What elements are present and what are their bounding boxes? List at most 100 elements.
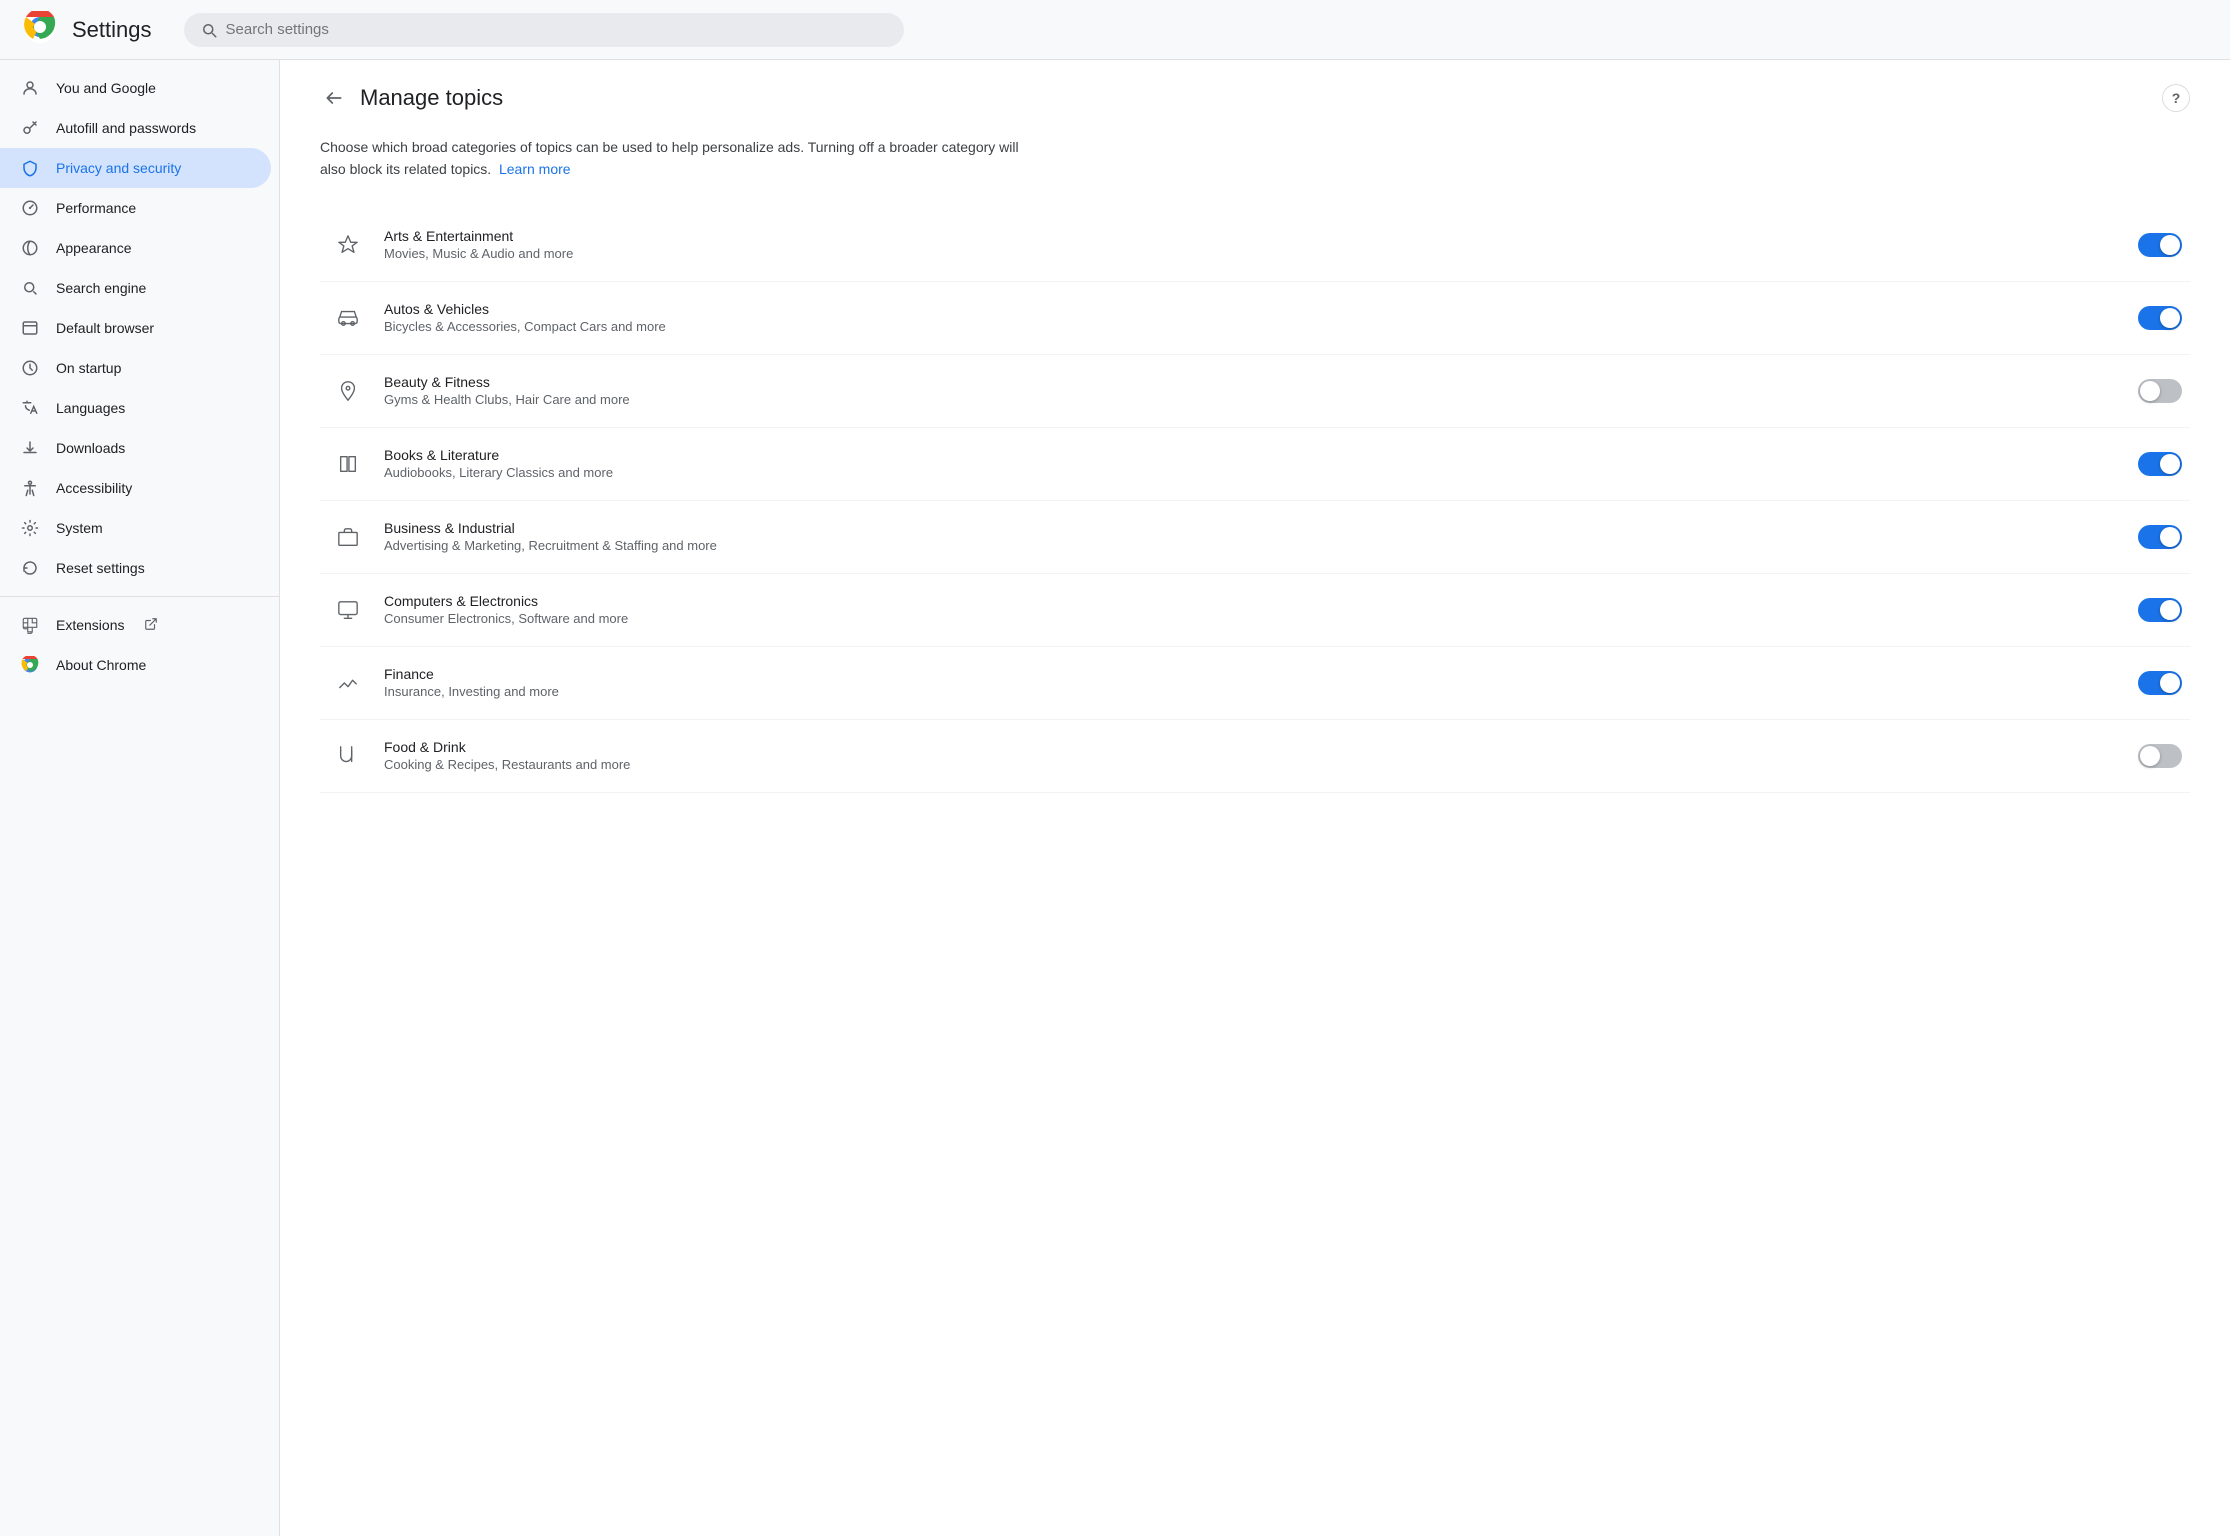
topic-item-business-industrial: Business & Industrial Advertising & Marke… <box>320 501 2190 574</box>
sidebar-item-appearance[interactable]: Appearance <box>0 228 271 268</box>
sidebar-item-on-startup[interactable]: On startup <box>0 348 271 388</box>
toggle-arts-entertainment[interactable] <box>2138 233 2182 257</box>
sidebar-item-label-search-engine: Search engine <box>56 280 146 296</box>
topic-sub-business-industrial: Advertising & Marketing, Recruitment & S… <box>384 538 2122 553</box>
sidebar-item-languages[interactable]: Languages <box>0 388 271 428</box>
search-input[interactable] <box>226 21 888 38</box>
toggle-thumb-autos-vehicles <box>2160 308 2180 328</box>
business-icon <box>328 517 368 557</box>
top-bar: Settings <box>0 0 2230 60</box>
toggle-track-food-drink[interactable] <box>2138 744 2182 768</box>
accessibility-icon <box>20 478 40 498</box>
sidebar-item-label-extensions: Extensions <box>56 617 124 633</box>
sidebar-item-about-chrome[interactable]: About Chrome <box>0 645 271 685</box>
topic-item-computers-electronics: Computers & Electronics Consumer Electron… <box>320 574 2190 647</box>
sidebar-item-label-on-startup: On startup <box>56 360 121 376</box>
topic-name-books-literature: Books & Literature <box>384 447 2122 463</box>
toggle-track-computers-electronics[interactable] <box>2138 598 2182 622</box>
toggle-thumb-food-drink <box>2140 746 2160 766</box>
book-icon <box>328 444 368 484</box>
learn-more-link[interactable]: Learn more <box>499 161 571 177</box>
topic-name-computers-electronics: Computers & Electronics <box>384 593 2122 609</box>
sidebar-item-label-reset-settings: Reset settings <box>56 560 145 576</box>
car-icon <box>328 298 368 338</box>
sidebar-item-search-engine[interactable]: Search engine <box>0 268 271 308</box>
topic-item-finance: FinanceInsurance, Investing and more <box>320 647 2190 720</box>
sidebar-item-accessibility[interactable]: Accessibility <box>0 468 271 508</box>
toggle-autos-vehicles[interactable] <box>2138 306 2182 330</box>
sidebar-item-reset-settings[interactable]: Reset settings <box>0 548 271 588</box>
toggle-thumb-finance <box>2160 673 2180 693</box>
extensions-icon <box>20 615 40 635</box>
system-icon <box>20 518 40 538</box>
topic-item-arts-entertainment: Arts & Entertainment Movies, Music & Audi… <box>320 209 2190 282</box>
toggle-business-industrial[interactable] <box>2138 525 2182 549</box>
food-icon <box>328 736 368 776</box>
topic-sub-arts-entertainment: Movies, Music & Audio and more <box>384 246 2122 261</box>
toggle-track-books-literature[interactable] <box>2138 452 2182 476</box>
chrome-logo <box>24 11 56 48</box>
topic-sub-computers-electronics: Consumer Electronics, Software and more <box>384 611 2122 626</box>
sidebar-item-autofill-passwords[interactable]: Autofill and passwords <box>0 108 271 148</box>
toggle-track-beauty-fitness[interactable] <box>2138 379 2182 403</box>
appearance-icon <box>20 238 40 258</box>
sidebar-item-label-performance: Performance <box>56 200 136 216</box>
sidebar-item-default-browser[interactable]: Default browser <box>0 308 271 348</box>
topic-list: Arts & Entertainment Movies, Music & Audi… <box>320 209 2190 793</box>
toggle-track-business-industrial[interactable] <box>2138 525 2182 549</box>
sidebar-item-label-autofill-passwords: Autofill and passwords <box>56 120 196 136</box>
reset-icon <box>20 558 40 578</box>
topic-item-books-literature: Books & Literature Audiobooks, Literary C… <box>320 428 2190 501</box>
browser-icon <box>20 318 40 338</box>
chrome-icon <box>20 655 40 675</box>
toggle-food-drink[interactable] <box>2138 744 2182 768</box>
search-bar <box>184 13 904 47</box>
sidebar-item-privacy-security[interactable]: Privacy and security <box>0 148 271 188</box>
topic-sub-autos-vehicles: Bicycles & Accessories, Compact Cars and… <box>384 319 2122 334</box>
sidebar-item-label-downloads: Downloads <box>56 440 125 456</box>
person-icon <box>20 78 40 98</box>
toggle-computers-electronics[interactable] <box>2138 598 2182 622</box>
finance-icon <box>328 663 368 703</box>
sidebar-item-downloads[interactable]: Downloads <box>0 428 271 468</box>
help-button[interactable]: ? <box>2162 84 2190 112</box>
sidebar-item-you-and-google[interactable]: You and Google <box>0 68 271 108</box>
topic-item-food-drink: Food & DrinkCooking & Recipes, Restauran… <box>320 720 2190 793</box>
toggle-thumb-books-literature <box>2160 454 2180 474</box>
description-text: Choose which broad categories of topics … <box>320 136 1020 181</box>
sidebar-item-label-about-chrome: About Chrome <box>56 657 146 673</box>
sidebar-item-label-you-and-google: You and Google <box>56 80 156 96</box>
arts-icon <box>328 225 368 265</box>
toggle-beauty-fitness[interactable] <box>2138 379 2182 403</box>
content-area: Manage topics ? Choose which broad categ… <box>280 60 2230 1536</box>
toggle-track-autos-vehicles[interactable] <box>2138 306 2182 330</box>
topic-name-autos-vehicles: Autos & Vehicles <box>384 301 2122 317</box>
external-link-icon <box>144 617 158 634</box>
topic-sub-books-literature: Audiobooks, Literary Classics and more <box>384 465 2122 480</box>
topic-sub-beauty-fitness: Gyms & Health Clubs, Hair Care and more <box>384 392 2122 407</box>
toggle-books-literature[interactable] <box>2138 452 2182 476</box>
sidebar-item-label-privacy-security: Privacy and security <box>56 160 181 176</box>
toggle-track-arts-entertainment[interactable] <box>2138 233 2182 257</box>
back-button[interactable] <box>320 84 348 112</box>
topic-sub-food-drink: Cooking & Recipes, Restaurants and more <box>384 757 2122 772</box>
sidebar-item-system[interactable]: System <box>0 508 271 548</box>
sidebar-item-performance[interactable]: Performance <box>0 188 271 228</box>
topic-name-arts-entertainment: Arts & Entertainment <box>384 228 2122 244</box>
search-icon <box>200 21 218 39</box>
back-arrow-icon <box>324 88 344 108</box>
topic-sub-finance: Insurance, Investing and more <box>384 684 2122 699</box>
toggle-track-finance[interactable] <box>2138 671 2182 695</box>
toggle-thumb-arts-entertainment <box>2160 235 2180 255</box>
toggle-finance[interactable] <box>2138 671 2182 695</box>
computer-icon <box>328 590 368 630</box>
topic-name-business-industrial: Business & Industrial <box>384 520 2122 536</box>
toggle-thumb-computers-electronics <box>2160 600 2180 620</box>
sidebar-item-extensions[interactable]: Extensions <box>0 605 271 645</box>
content-header: Manage topics ? <box>320 84 2190 112</box>
section-title: Manage topics <box>360 85 503 111</box>
languages-icon <box>20 398 40 418</box>
sidebar-item-label-system: System <box>56 520 103 536</box>
shield-icon <box>20 158 40 178</box>
toggle-thumb-business-industrial <box>2160 527 2180 547</box>
